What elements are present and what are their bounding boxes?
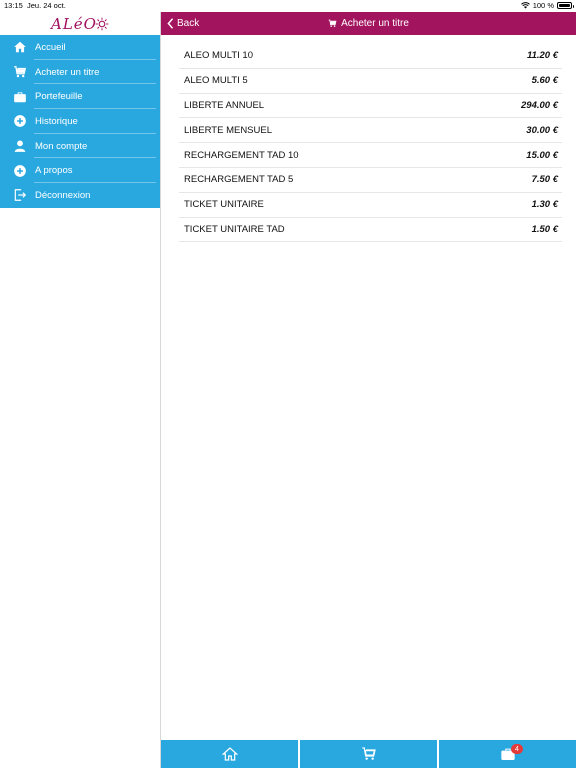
logo-bar: ALéO: [0, 12, 160, 35]
app-screen: 13:15 Jeu. 24 oct. 100 % ALéO Accueil Ac…: [0, 0, 576, 768]
sidebar-item-label: A propos: [35, 165, 73, 177]
status-date: Jeu. 24 oct.: [27, 1, 66, 10]
product-price: 7.50 €: [531, 174, 558, 186]
battery-label: 100 %: [532, 1, 554, 10]
sidebar-item-deconnexion[interactable]: Déconnexion: [0, 183, 160, 208]
wallet-icon: [13, 90, 27, 104]
sidebar-item-label: Portefeuille: [35, 91, 83, 103]
sidebar-item-portefeuille[interactable]: Portefeuille: [0, 84, 160, 110]
sidebar-item-label: Accueil: [35, 41, 66, 53]
sidebar-menu: Accueil Acheter un titre Portefeuille Hi…: [0, 35, 160, 208]
plus-circle-icon: [13, 114, 27, 128]
battery-icon: [557, 2, 574, 9]
product-name: TICKET UNITAIRE: [184, 199, 264, 211]
user-icon: [13, 139, 27, 153]
product-name: ALEO MULTI 10: [184, 50, 253, 62]
sidebar-item-mon-compte[interactable]: Mon compte: [0, 134, 160, 159]
product-price: 11.20 €: [527, 50, 558, 62]
product-price: 1.30 €: [531, 199, 558, 211]
sun-logo-icon: [95, 17, 109, 30]
status-bar: 13:15 Jeu. 24 oct. 100 %: [0, 0, 576, 12]
status-time: 13:15: [4, 1, 23, 10]
header-bar: Back Acheter un titre: [161, 12, 576, 35]
product-row[interactable]: LIBERTE ANNUEL 294.00 €: [179, 94, 562, 119]
cart-icon: [361, 747, 376, 760]
product-price: 5.60 €: [531, 75, 558, 87]
sidebar-item-a-propos[interactable]: A propos: [0, 158, 160, 184]
sidebar-item-accueil[interactable]: Accueil: [0, 35, 160, 60]
product-name: LIBERTE MENSUEL: [184, 124, 272, 136]
product-price: 1.50 €: [531, 223, 558, 235]
sidebar-item-historique[interactable]: Historique: [0, 109, 160, 134]
sidebar-item-label: Déconnexion: [35, 189, 91, 201]
product-row[interactable]: RECHARGEMENT TAD 5 7.50 €: [179, 168, 562, 193]
sidebar-item-acheter[interactable]: Acheter un titre: [0, 60, 160, 85]
page-title-text: Acheter un titre: [341, 18, 409, 29]
sidebar-item-label: Historique: [35, 115, 78, 127]
tab-wallet[interactable]: 4: [439, 740, 576, 768]
tab-cart[interactable]: [300, 740, 437, 768]
product-row[interactable]: TICKET UNITAIRE TAD 1.50 €: [179, 218, 562, 243]
product-name: ALEO MULTI 5: [184, 75, 248, 87]
product-row[interactable]: TICKET UNITAIRE 1.30 €: [179, 193, 562, 218]
sidebar: ALéO Accueil Acheter un titre Portefeuil…: [0, 12, 161, 768]
home-icon: [13, 40, 27, 54]
product-row[interactable]: RECHARGEMENT TAD 10 15.00 €: [179, 143, 562, 168]
tab-home[interactable]: [161, 740, 298, 768]
logo: ALéO: [51, 15, 109, 33]
sidebar-item-label: Acheter un titre: [35, 66, 100, 78]
wifi-icon: [520, 2, 530, 9]
logo-text: ALéO: [51, 14, 97, 33]
status-right: 100 %: [520, 1, 574, 10]
product-price: 294.00 €: [521, 99, 558, 111]
logout-icon: [13, 188, 27, 202]
product-price: 15.00 €: [526, 149, 558, 161]
product-name: LIBERTE ANNUEL: [184, 99, 265, 111]
product-name: TICKET UNITAIRE TAD: [184, 223, 285, 235]
product-row[interactable]: LIBERTE MENSUEL 30.00 €: [179, 118, 562, 144]
sidebar-item-label: Mon compte: [35, 140, 88, 152]
product-list: ALEO MULTI 10 11.20 € ALEO MULTI 5 5.60 …: [179, 44, 562, 243]
product-name: RECHARGEMENT TAD 5: [184, 174, 294, 186]
main-content: ALEO MULTI 10 11.20 € ALEO MULTI 5 5.60 …: [161, 35, 576, 740]
bottom-tab-bar: 4: [161, 740, 576, 768]
plus-circle-icon: [13, 164, 27, 178]
cart-icon: [13, 65, 27, 79]
product-name: RECHARGEMENT TAD 10: [184, 149, 299, 161]
home-icon: [221, 747, 238, 761]
page-title: Acheter un titre: [161, 12, 576, 35]
wallet-count-badge: 4: [511, 744, 523, 754]
cart-icon: [328, 19, 337, 27]
product-row[interactable]: ALEO MULTI 5 5.60 €: [179, 69, 562, 94]
product-price: 30.00 €: [526, 124, 558, 136]
product-row[interactable]: ALEO MULTI 10 11.20 €: [179, 44, 562, 69]
